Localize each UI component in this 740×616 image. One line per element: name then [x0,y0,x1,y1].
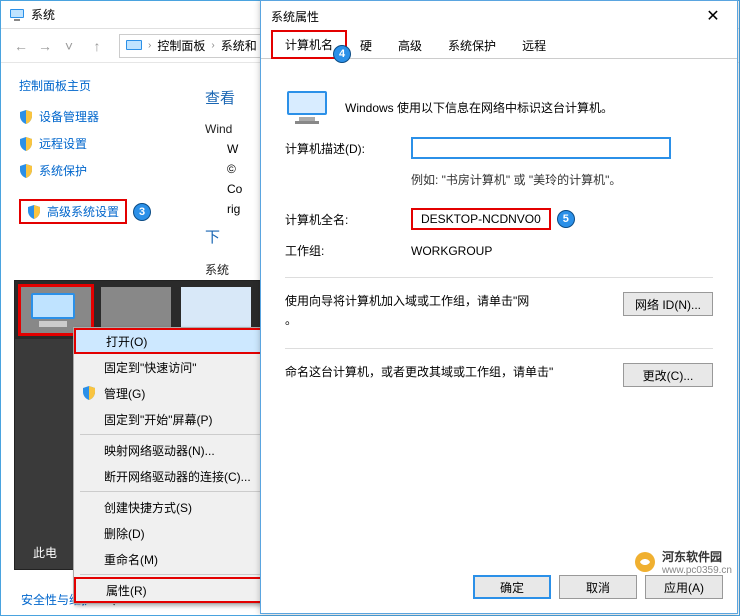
watermark: 河东软件园 www.pc0359.cn [634,548,732,576]
link-label: 系统保护 [39,162,87,179]
crumb-sys[interactable]: 系统和 [221,37,257,54]
ok-button[interactable]: 确定 [473,575,551,599]
netid-text: 使用向导将计算机加入域或工作组，请单击"网 。 [285,292,613,330]
dialog-titlebar: 系统属性 ✕ [261,1,737,31]
this-pc-label: 此电 [33,544,57,561]
tab-protection[interactable]: 系统保护 [435,32,509,59]
change-text: 命名这台计算机，或者更改其域或工作组，请单击" [285,363,613,382]
system-protection-link[interactable]: 系统保护 [19,162,183,179]
pc-icon [126,40,142,52]
remote-settings-link[interactable]: 远程设置 [19,135,183,152]
system-title: 系统 [31,6,55,23]
computer-description-input[interactable] [411,137,671,159]
computer-fullname-value: DESKTOP-NCDNVO0 [411,208,551,230]
crumb-cp[interactable]: 控制面板 [157,37,205,54]
cancel-button[interactable]: 取消 [559,575,637,599]
shield-icon [27,205,41,219]
ctx-label: 管理(G) [104,385,145,402]
link-label: 设备管理器 [39,108,99,125]
tab-label: 远程 [522,39,546,53]
advanced-system-settings-link[interactable]: 高级系统设置 [19,199,127,224]
forward-button[interactable]: → [33,34,57,58]
link-label: 远程设置 [39,135,87,152]
shield-icon [19,164,33,178]
step-badge-5: 5 [557,210,575,228]
tab-hardware[interactable]: 硬 [347,32,385,59]
workgroup-label: 工作组: [285,242,395,259]
apply-button[interactable]: 应用(A) [645,575,723,599]
watermark-url: www.pc0359.cn [662,565,732,576]
device-manager-link[interactable]: 设备管理器 [19,108,183,125]
fullname-label: 计算机全名: [285,211,395,228]
shield-icon [19,110,33,124]
watermark-icon [634,551,656,573]
dialog-body: Windows 使用以下信息在网络中标识这台计算机。 计算机描述(D): 例如:… [261,59,737,405]
dialog-title: 系统属性 [271,8,319,25]
desc-example: 例如: "书房计算机" 或 "美玲的计算机"。 [411,171,713,188]
watermark-name: 河东软件园 [662,548,732,565]
dialog-tabs: 计算机名 4 硬 高级 系统保护 远程 [261,31,737,59]
ctx-label: 重命名(M) [104,551,158,568]
tab-computer-name[interactable]: 计算机名 4 [271,30,347,59]
link-label: 高级系统设置 [47,203,119,220]
system-properties-dialog: 系统属性 ✕ 计算机名 4 硬 高级 系统保护 远程 Windows 使用以下信… [260,0,738,614]
desc-label: 计算机描述(D): [285,140,395,157]
control-panel-home-link[interactable]: 控制面板主页 [19,77,183,94]
info-text: Windows 使用以下信息在网络中标识这台计算机。 [345,99,613,116]
ctx-label: 断开网络驱动器的连接(C)... [104,468,251,485]
ctx-label: 创建快捷方式(S) [104,499,192,516]
shield-icon [82,386,96,400]
tab-remote[interactable]: 远程 [509,32,559,59]
tab-label: 系统保护 [448,39,496,53]
ctx-label: 打开(O) [106,333,147,350]
tab-label: 计算机名 [285,38,333,52]
shield-icon [19,137,33,151]
system-icon [9,7,25,23]
chevron-right-icon: › [211,40,214,51]
close-button[interactable]: ✕ [699,6,727,26]
tab-label: 高级 [398,39,422,53]
ctx-label: 属性(R) [106,582,147,599]
ctx-label: 映射网络驱动器(N)... [104,442,215,459]
change-button[interactable]: 更改(C)... [623,363,713,387]
tab-label: 硬 [360,39,372,53]
ctx-label: 固定到"快速访问" [104,359,197,376]
recent-dropdown[interactable]: ˅ [57,34,81,58]
up-button[interactable]: ↑ [85,34,109,58]
back-button[interactable]: ← [9,34,33,58]
ctx-label: 固定到"开始"屏幕(P) [104,411,213,428]
dialog-buttons: 确定 取消 应用(A) [473,575,723,599]
step-badge-3: 3 [133,203,151,221]
ctx-label: 删除(D) [104,525,145,542]
tab-advanced[interactable]: 高级 [385,32,435,59]
network-id-button[interactable]: 网络 ID(N)... [623,292,713,316]
chevron-right-icon: › [148,40,151,51]
workgroup-value: WORKGROUP [411,244,492,258]
computer-icon [285,89,329,125]
